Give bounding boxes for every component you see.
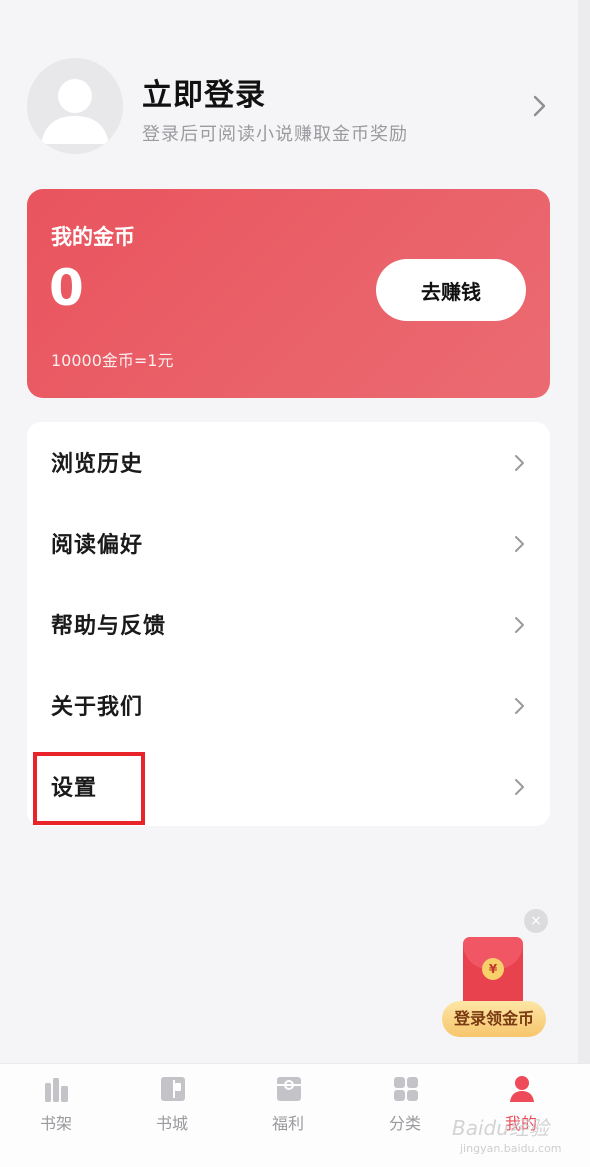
menu-item-label: 设置 [51,776,98,801]
avatar[interactable] [27,58,123,154]
login-subtitle: 登录后可阅读小说赚取金币奖励 [142,124,408,145]
coin-balance: 0 [49,259,84,317]
tab-welfare[interactable]: 福利 [238,1064,338,1167]
tab-label: 福利 [271,1114,304,1133]
earn-money-button[interactable]: 去赚钱 [376,259,526,321]
tab-category[interactable]: 分类 [355,1064,455,1167]
settings-menu: 浏览历史 阅读偏好 帮助与反馈 关于我们 设置 [27,422,550,826]
tab-label: 书架 [39,1114,72,1133]
menu-item-reading-preference[interactable]: 阅读偏好 [27,503,550,583]
close-icon[interactable]: × [524,909,548,933]
coin-card: 我的金币 0 10000金币=1元 去赚钱 [27,189,550,398]
profile-page: 立即登录 登录后可阅读小说赚取金币奖励 我的金币 0 10000金币=1元 去赚… [0,0,590,1167]
menu-item-about-us[interactable]: 关于我们 [27,665,550,745]
chevron-right-icon [515,455,524,471]
tab-bookstore[interactable]: 书城 [122,1064,222,1167]
watermark-url: jingyan.baidu.com [460,1142,562,1155]
coin-label: 我的金币 [51,225,135,249]
menu-item-history[interactable]: 浏览历史 [27,422,550,502]
chevron-right-icon [515,536,524,552]
menu-item-label: 帮助与反馈 [51,614,167,639]
bookshelf-icon [45,1078,68,1102]
tab-label: 分类 [388,1114,421,1133]
gift-icon [277,1077,301,1101]
login-header[interactable]: 立即登录 登录后可阅读小说赚取金币奖励 [27,58,555,154]
watermark-logo: Baidu经验 [452,1116,549,1140]
menu-item-label: 浏览历史 [51,452,144,477]
tab-label: 书城 [155,1114,188,1133]
chevron-right-icon [515,779,524,795]
chevron-right-icon [515,617,524,633]
menu-item-label: 阅读偏好 [51,533,144,558]
coin-exchange-rate: 10000金币=1元 [51,351,174,370]
default-avatar-icon [41,79,109,144]
chevron-right-icon [515,698,524,714]
menu-item-help-feedback[interactable]: 帮助与反馈 [27,584,550,664]
bookstore-icon [161,1077,185,1101]
menu-item-label: 关于我们 [51,695,144,720]
login-reward-button[interactable]: 登录领金币 [442,1001,546,1037]
tab-bookshelf[interactable]: 书架 [6,1064,106,1167]
menu-item-settings[interactable]: 设置 [27,746,550,826]
scroll-edge [578,0,590,1167]
yuan-coin-icon: ¥ [482,958,504,980]
login-title[interactable]: 立即登录 [142,70,266,114]
profile-icon [510,1076,534,1102]
category-icon [394,1077,418,1101]
chevron-right-icon[interactable] [531,94,549,118]
red-packet-icon[interactable]: ¥ [463,937,523,1009]
